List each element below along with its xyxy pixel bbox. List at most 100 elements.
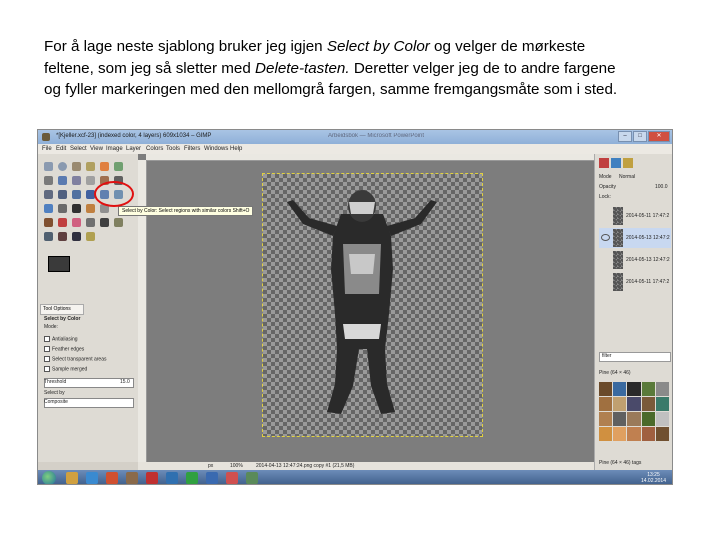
- free-select-icon[interactable]: [72, 162, 81, 171]
- sample-merged-option[interactable]: Sample merged: [44, 366, 87, 372]
- mode-value[interactable]: Normal: [619, 174, 635, 180]
- status-bar: px 100% 2014-04-13 12:47:24.png copy #1 …: [138, 462, 594, 470]
- tool-options-tab[interactable]: Tool Options: [40, 304, 84, 315]
- app-icon[interactable]: [246, 472, 258, 484]
- eraser-icon[interactable]: [72, 218, 81, 227]
- threshold-value: 15.0: [120, 379, 130, 385]
- blur-icon[interactable]: [86, 232, 95, 241]
- airbrush-icon[interactable]: [86, 218, 95, 227]
- system-clock[interactable]: 13:25 14.02.2014: [641, 472, 666, 484]
- foreground-select-icon[interactable]: [44, 176, 53, 185]
- menu-image[interactable]: Image: [106, 146, 123, 152]
- cage-icon[interactable]: [58, 204, 67, 213]
- paintbrush-icon[interactable]: [58, 218, 67, 227]
- menu-filters[interactable]: Filters: [184, 146, 200, 152]
- figure-silhouette: [287, 190, 437, 414]
- zoom-icon[interactable]: [86, 176, 95, 185]
- word-icon[interactable]: [166, 472, 178, 484]
- caption-line-2: feltene, som jeg så sletter med Delete-t…: [44, 59, 616, 77]
- pattern-grid[interactable]: [599, 382, 669, 458]
- layer-row[interactable]: 2014-05-13 12:47:2: [599, 228, 671, 248]
- explorer-icon[interactable]: [66, 472, 78, 484]
- caption-line-1: For å lage neste sjablong bruker jeg igj…: [44, 38, 586, 55]
- ink-icon[interactable]: [100, 218, 109, 227]
- align-icon[interactable]: [44, 190, 53, 199]
- rect-select-icon[interactable]: [44, 162, 53, 171]
- app-icon[interactable]: [226, 472, 238, 484]
- start-button-icon[interactable]: [42, 471, 56, 484]
- eye-icon: [601, 234, 610, 241]
- lock-label: Lock:: [599, 194, 611, 200]
- crop-icon[interactable]: [58, 190, 67, 199]
- menu-windows[interactable]: Windows: [204, 146, 228, 152]
- ellipse-select-icon[interactable]: [58, 162, 67, 171]
- pencil-icon[interactable]: [44, 218, 53, 227]
- rotate-icon[interactable]: [72, 190, 81, 199]
- gimp-taskbar-icon[interactable]: [126, 472, 138, 484]
- tooltip: Select by Color: Select regions with sim…: [118, 206, 254, 216]
- scissors-select-icon[interactable]: [114, 162, 123, 171]
- status-info: 2014-04-13 12:47:24.png copy #1 (21,5 MB…: [256, 463, 355, 469]
- clock-date: 14.02.2014: [640, 478, 666, 484]
- image-canvas[interactable]: [262, 173, 483, 437]
- unit-selector[interactable]: px: [208, 463, 213, 469]
- highlight-circle: [94, 181, 134, 207]
- foreground-color-swatch[interactable]: [48, 256, 70, 272]
- layer-row[interactable]: 2014-05-11 17:47:2: [599, 272, 671, 292]
- layers-dock: Mode Normal Opacity 100.0 Lock: 2014-05-…: [594, 154, 672, 470]
- menubar: File Edit Select View Image Layer Colors…: [38, 144, 672, 154]
- pattern-title: Pine (64 × 46): [599, 370, 631, 376]
- menu-colors[interactable]: Colors: [146, 146, 163, 152]
- menu-file[interactable]: File: [42, 146, 52, 152]
- text-icon[interactable]: [72, 204, 81, 213]
- dodge-burn-icon[interactable]: [72, 232, 81, 241]
- background-window-title: Arbeidsbok — Microsoft PowerPoint: [328, 133, 425, 139]
- menu-view[interactable]: View: [90, 146, 103, 152]
- color-picker-icon[interactable]: [72, 176, 81, 185]
- bucket-fill-icon[interactable]: [86, 204, 95, 213]
- menu-edit[interactable]: Edit: [56, 146, 66, 152]
- menu-layer[interactable]: Layer: [126, 146, 141, 152]
- gimp-app-icon: [42, 133, 50, 141]
- clone-icon[interactable]: [114, 218, 123, 227]
- paths-icon[interactable]: [58, 176, 67, 185]
- dock-tabs: [599, 158, 633, 168]
- toolbox: Select by Color: Select regions with sim…: [38, 154, 254, 462]
- pattern-footer: Pine (64 × 46) tags: [599, 460, 642, 466]
- layers-tab-icon[interactable]: [599, 158, 609, 168]
- heal-icon[interactable]: [44, 232, 53, 241]
- layer-row[interactable]: 2014-05-13 12:47:2: [599, 250, 671, 270]
- outlook-icon[interactable]: [206, 472, 218, 484]
- smudge-icon[interactable]: [58, 232, 67, 241]
- maximize-button[interactable]: □: [633, 131, 647, 142]
- select-by-color-icon[interactable]: [100, 162, 109, 171]
- feather-option[interactable]: Feather edges: [44, 346, 84, 352]
- close-button[interactable]: ✕: [648, 131, 670, 142]
- flip-icon[interactable]: [44, 204, 53, 213]
- select-by-value: Composite: [44, 399, 68, 405]
- menu-tools[interactable]: Tools: [166, 146, 180, 152]
- canvas-area[interactable]: [138, 154, 594, 462]
- opacity-value[interactable]: 100.0: [655, 184, 668, 190]
- minimize-button[interactable]: –: [618, 131, 632, 142]
- pattern-filter[interactable]: filter: [599, 352, 671, 362]
- channels-tab-icon[interactable]: [611, 158, 621, 168]
- powerpoint-icon[interactable]: [146, 472, 158, 484]
- window-title: *[Kjeller.xcf-23] (indexed color, 4 laye…: [56, 133, 212, 139]
- mode-label: Mode: [599, 174, 612, 180]
- caption: For å lage neste sjablong bruker jeg igj…: [44, 36, 684, 101]
- threshold-label: Threshold: [44, 379, 67, 385]
- fuzzy-select-icon[interactable]: [86, 162, 95, 171]
- antialiasing-option[interactable]: Antialiasing: [44, 336, 78, 342]
- gimp-screenshot: *[Kjeller.xcf-23] (indexed color, 4 laye…: [37, 129, 673, 485]
- layer-row[interactable]: 2014-05-11 17:47:2: [599, 206, 671, 226]
- mode-label: Mode:: [44, 324, 58, 330]
- paths-tab-icon[interactable]: [623, 158, 633, 168]
- ie-icon[interactable]: [86, 472, 98, 484]
- zoom-selector[interactable]: 100%: [230, 463, 243, 469]
- menu-help[interactable]: Help: [230, 146, 242, 152]
- excel-icon[interactable]: [186, 472, 198, 484]
- transparent-option[interactable]: Select transparent areas: [44, 356, 106, 362]
- menu-select[interactable]: Select: [70, 146, 87, 152]
- media-player-icon[interactable]: [106, 472, 118, 484]
